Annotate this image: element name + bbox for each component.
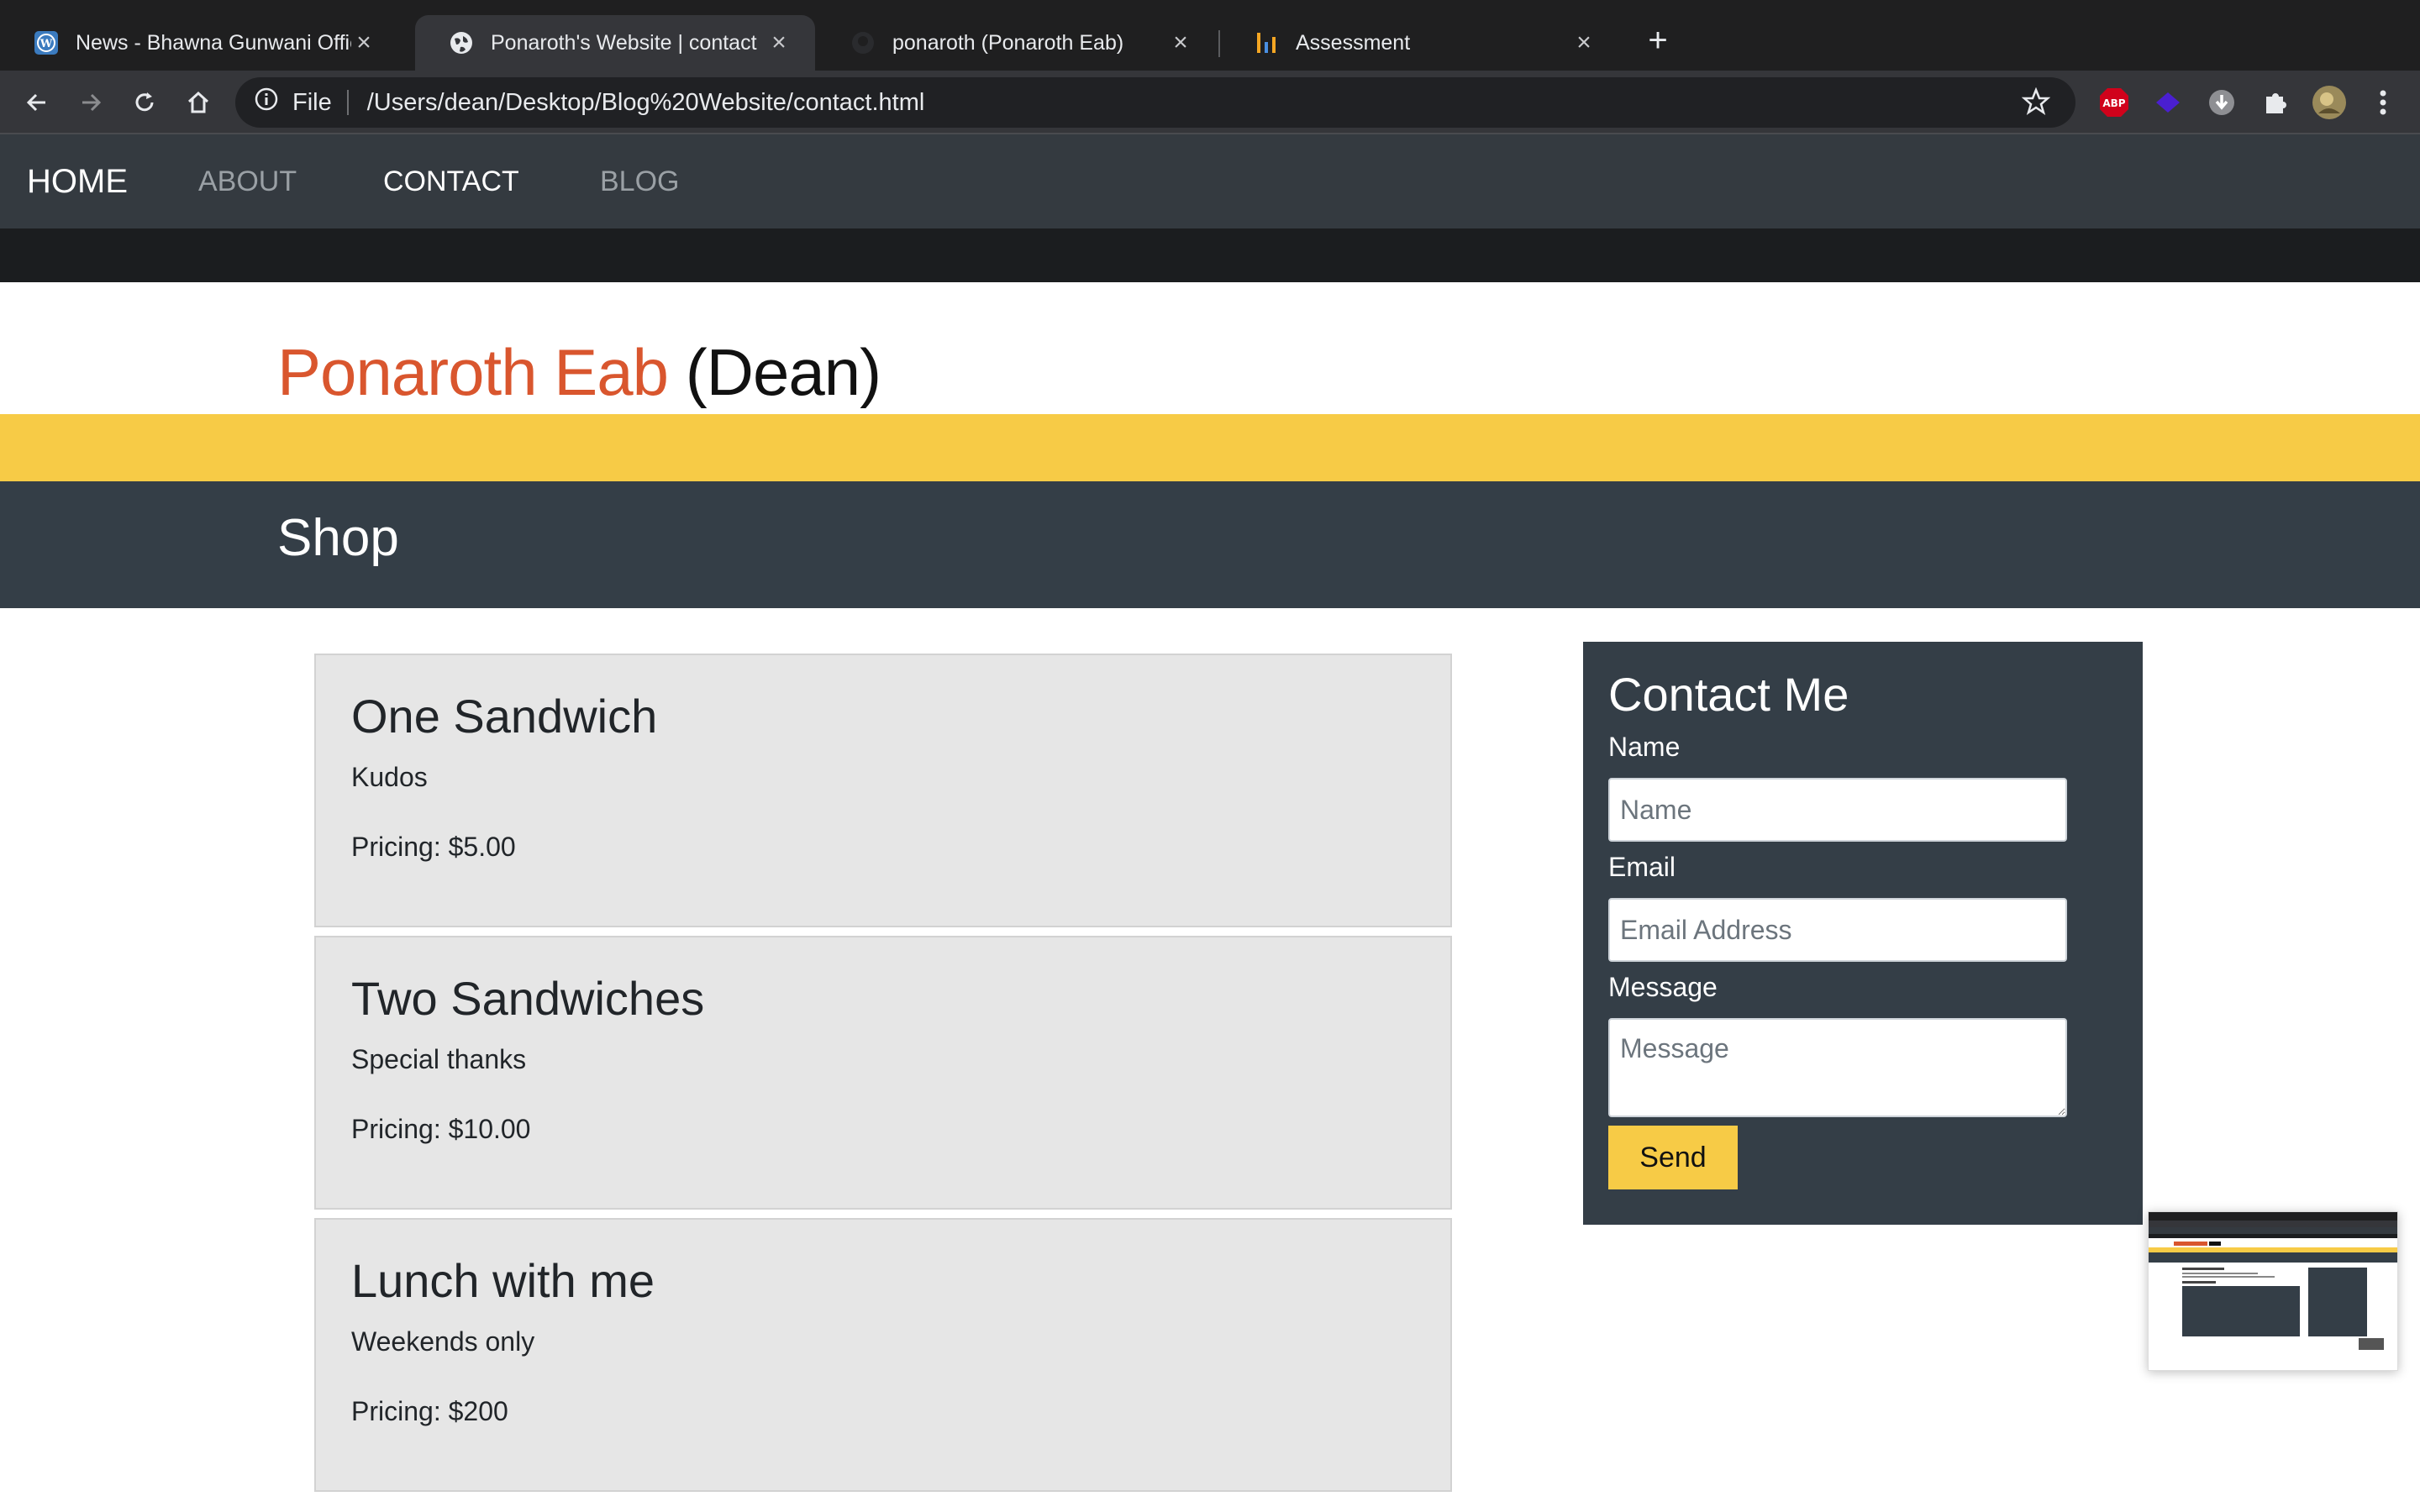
bar-chart-icon [1254, 30, 1279, 55]
site-navbar: HOME ABOUT CONTACT BLOG [0, 134, 2420, 228]
site-title: Ponaroth Eab (Dean) [277, 334, 881, 411]
section-title: Shop [277, 509, 399, 567]
product-name: Lunch with me [351, 1254, 655, 1307]
contact-form-panel: Contact Me Name Email Message Send [1583, 642, 2143, 1225]
github-icon [850, 30, 876, 55]
name-input[interactable] [1608, 778, 2067, 842]
back-arrow-icon[interactable] [17, 82, 57, 123]
product-description: Weekends only [351, 1326, 535, 1357]
dark-spacer-band [0, 228, 2420, 282]
diamond-extension-icon[interactable] [2149, 84, 2186, 121]
contact-form-title: Contact Me [1608, 668, 1849, 721]
name-label: Name [1608, 732, 1681, 762]
site-owner-nickname: (Dean) [685, 335, 881, 409]
email-input[interactable] [1608, 898, 2067, 962]
address-bar[interactable]: File /Users/dean/Desktop/Blog%20Website/… [235, 77, 2075, 128]
message-textarea[interactable] [1608, 1018, 2067, 1117]
wordpress-icon: W [34, 30, 59, 55]
star-icon[interactable] [2021, 87, 2051, 123]
adblock-plus-icon[interactable]: ABP [2096, 84, 2133, 121]
product-description: Kudos [351, 762, 428, 792]
product-card: Two Sandwiches Special thanks Pricing: $… [314, 936, 1452, 1210]
browser-tab-contact[interactable]: Ponaroth's Website | contact × [415, 15, 815, 71]
forward-arrow-icon[interactable] [71, 82, 111, 123]
close-icon[interactable]: × [1571, 29, 1597, 57]
browser-tab-github[interactable]: ponaroth (Ponaroth Eab) × [817, 15, 1217, 71]
close-icon[interactable]: × [1168, 29, 1193, 57]
profile-avatar[interactable] [2311, 84, 2348, 121]
message-label: Message [1608, 972, 1718, 1002]
product-price: Pricing: $5.00 [351, 832, 516, 862]
info-icon[interactable] [254, 87, 279, 118]
download-icon[interactable] [2203, 84, 2240, 121]
svg-text:W: W [39, 38, 53, 50]
product-card: Lunch with me Weekends only Pricing: $20… [314, 1218, 1452, 1492]
product-card: One Sandwich Kudos Pricing: $5.00 [314, 654, 1452, 927]
send-button[interactable]: Send [1608, 1126, 1738, 1189]
email-label: Email [1608, 852, 1676, 882]
product-name: Two Sandwiches [351, 972, 705, 1025]
window-preview-thumbnail[interactable] [2148, 1211, 2398, 1371]
product-name: One Sandwich [351, 690, 658, 743]
nav-contact-link[interactable]: CONTACT [383, 134, 519, 228]
globe-icon [449, 30, 474, 55]
close-icon[interactable]: × [766, 29, 792, 57]
tab-title: News - Bhawna Gunwani Offici [76, 30, 351, 55]
menu-kebab-icon[interactable] [2365, 84, 2402, 121]
site-owner-name: Ponaroth Eab [277, 335, 669, 409]
tab-title: Assessment [1296, 30, 1411, 55]
close-icon[interactable]: × [351, 29, 376, 57]
browser-toolbar: File /Users/dean/Desktop/Blog%20Website/… [0, 71, 2420, 134]
url-scheme-label: File [292, 88, 332, 116]
omnibox-divider [346, 90, 349, 115]
nav-blog-link[interactable]: BLOG [600, 134, 679, 228]
nav-about-link[interactable]: ABOUT [198, 134, 297, 228]
yellow-accent-band [0, 414, 2420, 481]
product-description: Special thanks [351, 1044, 527, 1074]
reload-icon[interactable] [124, 82, 165, 123]
browser-tab-strip: W News - Bhawna Gunwani Offici × Ponarot… [0, 0, 2420, 71]
new-tab-button[interactable]: + [1639, 22, 1677, 60]
tab-title: ponaroth (Ponaroth Eab) [892, 30, 1124, 55]
product-price: Pricing: $10.00 [351, 1114, 531, 1144]
home-icon[interactable] [178, 82, 218, 123]
adblock-label: ABP [2102, 97, 2125, 109]
browser-tab-wordpress[interactable]: W News - Bhawna Gunwani Offici × [0, 15, 400, 71]
product-price: Pricing: $200 [351, 1396, 508, 1426]
puzzle-icon[interactable] [2257, 84, 2294, 121]
tab-title: Ponaroth's Website | contact [491, 30, 757, 55]
nav-home-link[interactable]: HOME [27, 134, 128, 228]
url-text[interactable]: /Users/dean/Desktop/Blog%20Website/conta… [367, 89, 925, 117]
browser-tab-assessment[interactable]: Assessment × [1220, 15, 1620, 71]
